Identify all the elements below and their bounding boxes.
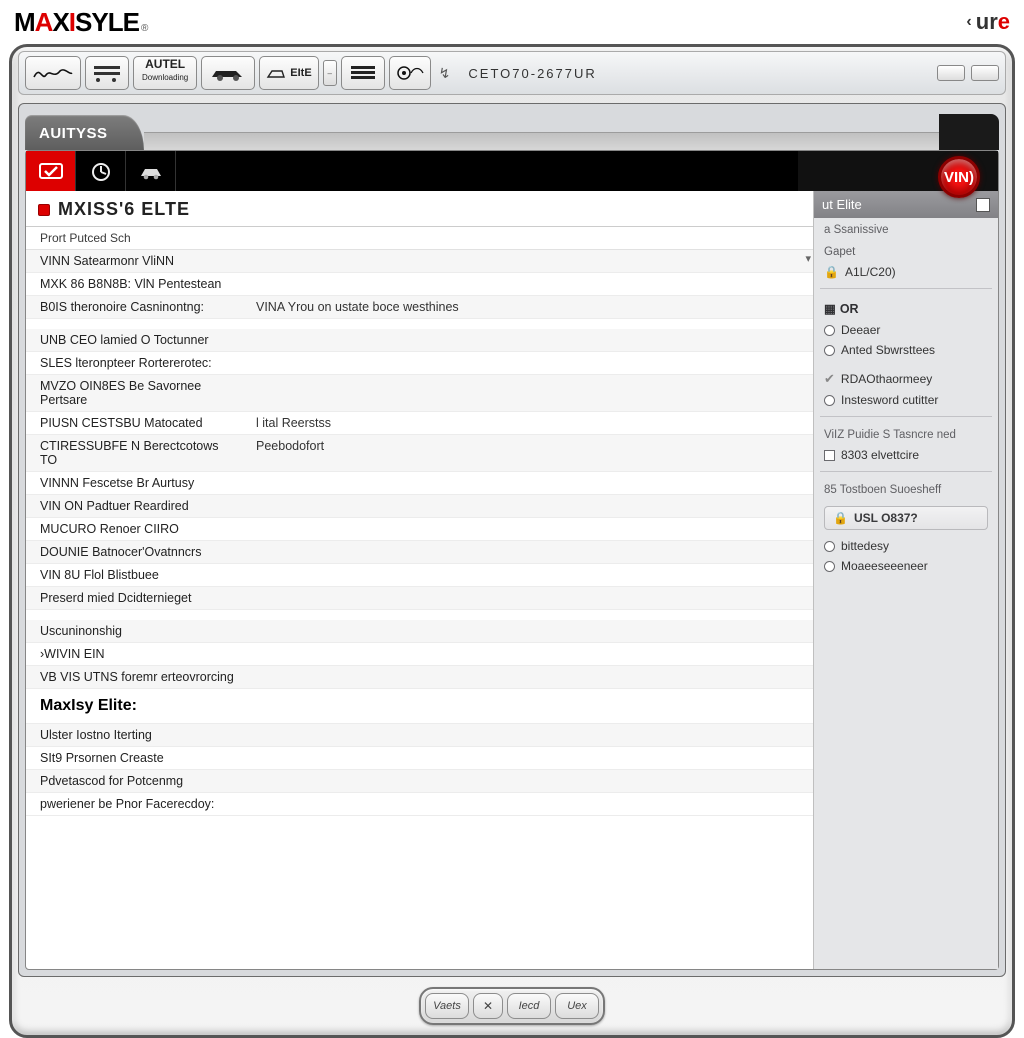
table-row[interactable]: Ulster Iostno Iterting: [26, 724, 813, 747]
window-max-button[interactable]: [971, 65, 999, 81]
sidebar-header-checkbox[interactable]: [976, 198, 990, 212]
content-header: MXISS'6 ELTE: [26, 191, 813, 227]
page-subtitle: Prort Putced Sch: [26, 227, 813, 250]
hw-button-1[interactable]: Vaets: [425, 993, 469, 1019]
hw-button-4[interactable]: Uex: [555, 993, 599, 1019]
top-toolbar: AUTEL Downloading EItE – ↯ CETO70-2677UR: [18, 51, 1006, 95]
grid-icon: ▦: [824, 302, 836, 316]
table-row[interactable]: VB VIS UTNS foremr erteovrorcing: [26, 666, 813, 689]
chevron-down-icon[interactable]: ▾: [805, 252, 811, 265]
autel-button[interactable]: AUTEL Downloading: [133, 56, 197, 90]
hw-button-3[interactable]: Iecd: [507, 993, 551, 1019]
table-row[interactable]: Pdvetascod for Potcenmg: [26, 770, 813, 793]
table-row[interactable]: pweriener be Pnor Facerecdoy:: [26, 793, 813, 816]
vin-badge[interactable]: VIN): [938, 156, 980, 198]
table-row[interactable]: VIN ON Padtuer Reardired: [26, 495, 813, 518]
sidebar-header: ut Elite: [814, 191, 998, 218]
sidebar-badge[interactable]: 🔒USL O837?: [824, 506, 988, 530]
toolbar-status-text: CETO70-2677UR: [458, 66, 596, 81]
records-list[interactable]: ▾ VINN Satearmonr VliNNMXK 86 B8N8B: VlN…: [26, 250, 813, 969]
check-instesword[interactable]: Instesword cutitter: [814, 390, 998, 410]
radio-bittedesy[interactable]: bittedesy: [814, 536, 998, 556]
table-row[interactable]: SLES lteronpteer Rortererotec:: [26, 352, 813, 375]
timer-tab[interactable]: [76, 151, 126, 191]
lock-icon: 🔒: [833, 511, 848, 525]
table-row[interactable]: MXK 86 B8N8B: VlN Pentestean: [26, 273, 813, 296]
table-row[interactable]: SIt9 Prsornen Creaste: [26, 747, 813, 770]
hardware-buttons: Vaets ✕ Iecd Uex: [18, 987, 1006, 1025]
sidebar-subtitle: a Ssanissive: [814, 218, 998, 240]
table-row[interactable]: Uscuninonshig: [26, 620, 813, 643]
sidebar: ut Elite a Ssanissive Gapet 🔒A1L/C20) ▦O…: [814, 191, 998, 969]
radio-anted[interactable]: Anted Sbwrsttees: [814, 340, 998, 360]
table-row[interactable]: B0IS theronoire Casninontng:VINA Yrou on…: [26, 296, 813, 319]
sidebar-gapet: Gapet: [814, 240, 998, 262]
wheel-button[interactable]: [389, 56, 431, 90]
vehicle-list-button[interactable]: [85, 56, 129, 90]
vehicle-tab[interactable]: [126, 151, 176, 191]
sidebar-date: 🔒A1L/C20): [814, 262, 998, 282]
page-title: MXISS'6 ELTE: [58, 199, 190, 220]
table-row[interactable]: VIN 8U Flol Blistbuee: [26, 564, 813, 587]
table-row[interactable]: VINNN Fescetse Br Aurtusy: [26, 472, 813, 495]
tab-rightcap: [939, 114, 999, 150]
tiny-toggle[interactable]: –: [323, 60, 337, 86]
check-8303[interactable]: 8303 elvettcire: [814, 445, 998, 465]
sidebar-or: ▦OR: [814, 295, 998, 320]
scan-tab[interactable]: [26, 151, 76, 191]
check-rdao[interactable]: ✔RDAOthaormeey: [814, 368, 998, 390]
stack-button[interactable]: [341, 56, 385, 90]
icon-tab-bar: VIN): [26, 151, 998, 191]
radio-moaees[interactable]: Moaeeseeeneer: [814, 556, 998, 576]
lock-icon: 🔒: [824, 265, 839, 279]
device-frame: AUTEL Downloading EItE – ↯ CETO70-2677UR…: [9, 44, 1015, 1038]
elite-button[interactable]: EItE: [259, 56, 318, 90]
sidebar-mid-label: ViIZ Puidie S Tasncre ned: [814, 423, 998, 445]
table-row[interactable]: ›WIVIN EIN: [26, 643, 813, 666]
table-row[interactable]: VINN Satearmonr VliNN: [26, 250, 813, 273]
table-row[interactable]: DOUNIE Batnocer'Ovatnncrs: [26, 541, 813, 564]
table-row[interactable]: UNB CEO lamied O Toctunner: [26, 329, 813, 352]
table-row[interactable]: MUCURO Renoer CIIRO: [26, 518, 813, 541]
signature-button[interactable]: [25, 56, 81, 90]
table-row[interactable]: MVZO OIN8ES Be Savornee Pertsare: [26, 375, 813, 412]
car-button[interactable]: [201, 56, 255, 90]
brand-logo: MAXISYLE ®: [14, 7, 148, 38]
tab-strip-filler: [144, 132, 939, 150]
tab-autyss[interactable]: AUITYSS: [25, 115, 144, 150]
screen-bezel: AUITYSS VIN): [18, 103, 1006, 977]
brand-suffix: ‹ ure: [966, 9, 1010, 35]
sidebar-sub2: 85 Tostboen Suoesheff: [814, 478, 998, 500]
radio-deeaer[interactable]: Deeaer: [814, 320, 998, 340]
hw-button-close[interactable]: ✕: [473, 993, 503, 1019]
table-row[interactable]: MaxIsy Elite:: [26, 689, 813, 724]
table-row[interactable]: Preserd mied Dcidternieget: [26, 587, 813, 610]
header-bullet-icon: [38, 204, 50, 216]
table-row[interactable]: CTIRESSUBFE N Berectcotows TOPeebodofort: [26, 435, 813, 472]
window-min-button[interactable]: [937, 65, 965, 81]
table-row[interactable]: PIUSN CESTSBU Matocatedl ital Reerstss: [26, 412, 813, 435]
lightning-icon: ↯: [435, 65, 455, 82]
